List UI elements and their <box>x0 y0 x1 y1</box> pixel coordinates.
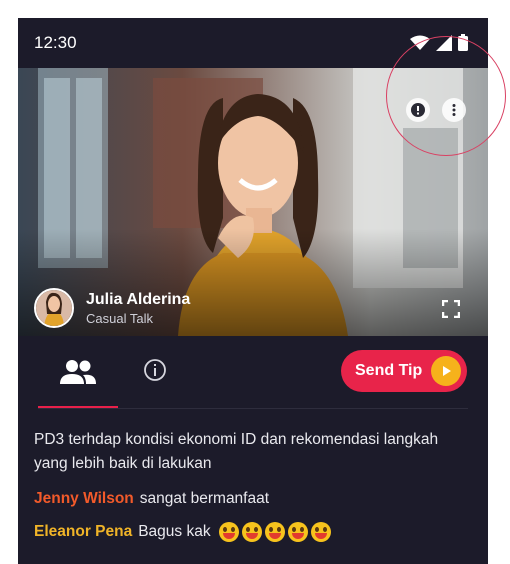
grinning-emoji-icon <box>218 522 239 542</box>
alert-icon <box>411 103 425 117</box>
fullscreen-button[interactable] <box>442 300 460 318</box>
host-subtitle: Casual Talk <box>86 310 153 326</box>
live-stream-screen: 12:30 Julia Alderina Casual Talk Send Ti… <box>18 18 488 564</box>
send-tip-button[interactable]: Send Tip <box>341 350 467 392</box>
report-button[interactable] <box>406 98 430 122</box>
grinning-emoji-icon <box>310 522 331 542</box>
video-top-controls <box>406 98 466 122</box>
fullscreen-icon <box>442 300 460 318</box>
stream-description: PD3 terhdap kondisi ekonomi ID dan rekom… <box>34 431 439 472</box>
grinning-emoji-icon <box>264 522 285 542</box>
chat-text: Bagus kak <box>138 523 211 540</box>
chat-area: PD3 terhdap kondisi ekonomi ID dan rekom… <box>34 428 474 542</box>
wifi-icon <box>410 35 430 50</box>
tab-divider <box>38 408 468 409</box>
coin-play-icon <box>431 356 461 386</box>
status-time: 12:30 <box>34 33 77 52</box>
chat-username[interactable]: Eleanor Pena <box>34 523 132 541</box>
video-player[interactable]: Julia Alderina Casual Talk <box>18 68 488 336</box>
tab-bar: Send Tip <box>18 336 488 410</box>
host-info[interactable]: Julia Alderina Casual Talk <box>34 288 190 328</box>
chat-message: Eleanor Pena Bagus kak <box>34 522 474 542</box>
status-bar: 12:30 <box>18 18 488 68</box>
host-avatar[interactable] <box>34 288 74 328</box>
signal-icon <box>436 34 452 51</box>
status-icons <box>410 34 468 51</box>
emoji-row <box>218 522 334 542</box>
battery-icon <box>458 34 468 51</box>
host-name: Julia Alderina <box>86 290 191 308</box>
send-tip-label: Send Tip <box>355 362 423 379</box>
more-vertical-icon <box>452 104 456 116</box>
chat-username[interactable]: Jenny Wilson <box>34 490 134 508</box>
grinning-emoji-icon <box>241 522 262 542</box>
chat-text: sangat bermanfaat <box>139 490 270 507</box>
tab-participants[interactable] <box>38 336 118 408</box>
info-icon <box>144 359 166 381</box>
tab-info[interactable] <box>143 358 167 387</box>
chat-message: Jenny Wilson sangat bermanfaat <box>34 490 474 508</box>
people-icon <box>60 360 96 384</box>
grinning-emoji-icon <box>287 522 308 542</box>
more-options-button[interactable] <box>442 98 466 122</box>
